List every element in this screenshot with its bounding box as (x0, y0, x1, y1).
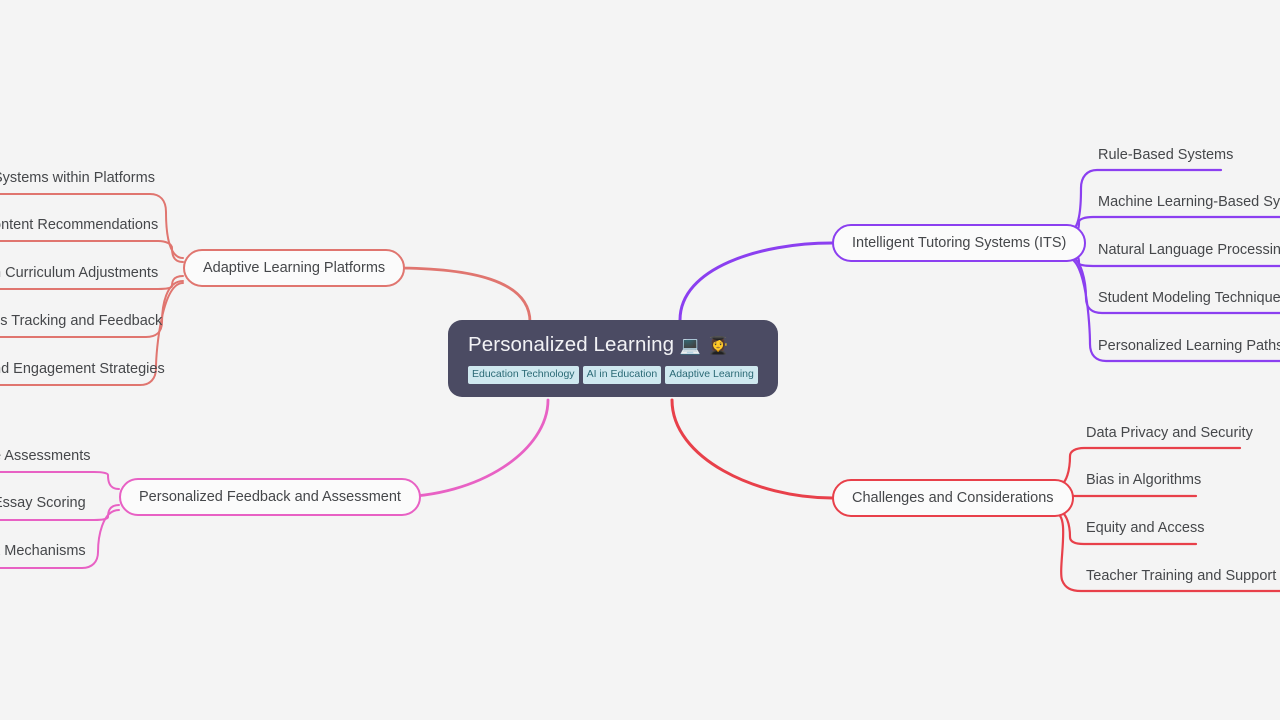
link-root-challenges-and-considerations (670, 398, 834, 500)
leaf-challenges-bias-in-algorithms[interactable]: Bias in Algorithms (1086, 471, 1201, 490)
root-tag-ai-in-education[interactable]: AI in Education (582, 366, 662, 384)
leaf-adaptive-systems-within-platforms[interactable]: Systems within Platforms (0, 169, 155, 188)
leaf-adaptive-engagement-strategies[interactable]: nd Engagement Strategies (0, 360, 165, 379)
leaf-its-rule-based-systems[interactable]: Rule-Based Systems (1098, 146, 1233, 165)
leaf-adaptive-content-recommendations[interactable]: ontent Recommendations (0, 216, 158, 235)
leaf-feedback-essay-scoring[interactable]: Essay Scoring (0, 494, 86, 513)
branch-label-personalized-feedback-and-assessment: Personalized Feedback and Assessment (139, 489, 401, 505)
root-tag-adaptive-learning[interactable]: Adaptive Learning (665, 366, 758, 384)
sublink-feedback-1 (0, 471, 120, 490)
root-node-title-text: Personalized Learning (468, 333, 675, 356)
sublink-its-2 (1066, 215, 1280, 238)
root-node-emoji: 💻 👩‍🎓 (679, 336, 730, 355)
branch-node-adaptive-learning-platforms[interactable]: Adaptive Learning Platforms (183, 249, 406, 287)
branch-label-intelligent-tutoring-systems: Intelligent Tutoring Systems (ITS) (852, 235, 1067, 251)
leaf-adaptive-curriculum-adjustments[interactable]: n Curriculum Adjustments (0, 264, 158, 283)
branch-label-adaptive-learning-platforms: Adaptive Learning Platforms (203, 260, 386, 276)
leaf-its-natural-language-processing[interactable]: Natural Language Processing ( (1098, 241, 1280, 260)
link-root-personalized-feedback-and-assessment (392, 398, 550, 499)
leaf-adaptive-progress-tracking-and-feedback[interactable]: ss Tracking and Feedback (0, 312, 162, 331)
link-root-intelligent-tutoring-systems (678, 241, 834, 322)
root-node-title: Personalized Learning 💻 👩‍🎓 (468, 332, 758, 359)
branch-label-challenges-and-considerations: Challenges and Considerations (852, 490, 1054, 506)
root-node-tag-list: Education Technology AI in Education Ada… (468, 366, 758, 384)
branch-node-challenges-and-considerations[interactable]: Challenges and Considerations (832, 479, 1074, 517)
leaf-feedback-mechanisms[interactable]: k Mechanisms (0, 542, 86, 561)
leaf-its-student-modeling-techniques[interactable]: Student Modeling Techniques (1098, 289, 1280, 308)
branch-node-personalized-feedback-and-assessment[interactable]: Personalized Feedback and Assessment (119, 478, 421, 516)
leaf-challenges-data-privacy-and-security[interactable]: Data Privacy and Security (1086, 424, 1253, 443)
link-root-adaptive-learning-platforms (392, 266, 532, 324)
root-tag-education-technology[interactable]: Education Technology (468, 366, 579, 384)
root-node[interactable]: Personalized Learning 💻 👩‍🎓 Education Te… (448, 320, 778, 397)
branch-node-intelligent-tutoring-systems[interactable]: Intelligent Tutoring Systems (ITS) (832, 224, 1087, 262)
leaf-feedback-assessments[interactable]: e Assessments (0, 447, 91, 466)
mind-map-canvas: Personalized Learning 💻 👩‍🎓 Education Te… (0, 0, 1280, 720)
leaf-its-machine-learning-based-systems[interactable]: Machine Learning-Based Syste (1098, 193, 1280, 212)
leaf-challenges-teacher-training-and-support[interactable]: Teacher Training and Support (1086, 567, 1276, 586)
leaf-challenges-equity-and-access[interactable]: Equity and Access (1086, 519, 1205, 538)
sublink-adaptive-2 (0, 240, 184, 263)
sublink-challenges-2 (1053, 493, 1198, 498)
leaf-its-personalized-learning-paths[interactable]: Personalized Learning Paths a (1098, 337, 1280, 356)
